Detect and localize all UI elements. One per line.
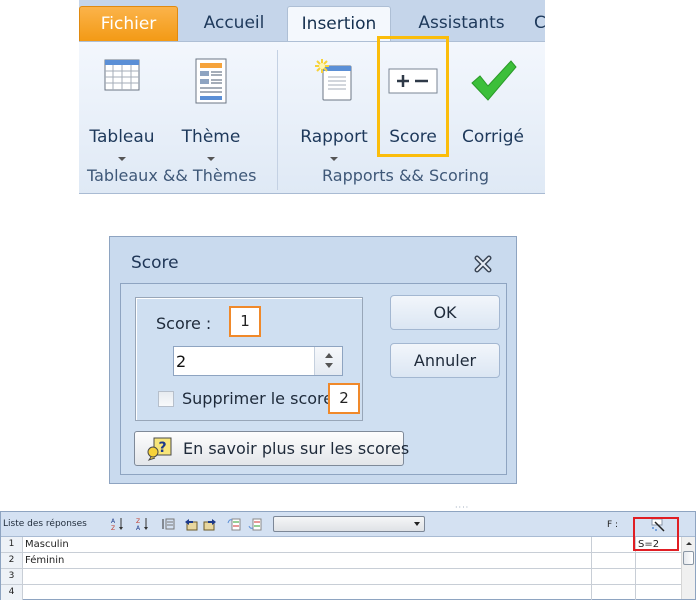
- ok-button[interactable]: OK: [390, 295, 500, 330]
- row-text[interactable]: Masculin: [25, 537, 69, 552]
- score-column-highlight-box: [633, 517, 679, 551]
- chevron-down-icon[interactable]: [414, 522, 420, 526]
- suppress-score-checkbox[interactable]: [158, 391, 174, 407]
- tab-insertion[interactable]: Insertion: [287, 6, 391, 42]
- row-score-cell[interactable]: [635, 553, 681, 568]
- tab-accueil[interactable]: Accueil: [189, 6, 279, 41]
- table-icon: [104, 59, 140, 91]
- import-icon[interactable]: [227, 517, 241, 531]
- dropdown-arrow-icon: [330, 157, 338, 161]
- ribbon-body: Tableau Thème Tableaux && Thèmes Rapport…: [79, 41, 545, 194]
- row-text[interactable]: Féminin: [25, 553, 64, 568]
- svg-text:Z: Z: [136, 518, 140, 525]
- export-icon[interactable]: [248, 517, 262, 531]
- theme-label: Thème: [181, 127, 241, 147]
- svg-text:A: A: [136, 525, 141, 531]
- dropdown-arrow-icon: [207, 157, 215, 161]
- list-title: Liste des réponses: [3, 519, 87, 529]
- row-number: 3: [1, 569, 23, 584]
- score-dialog: Score Score : 1 Supprimer le score 2 OK …: [109, 236, 517, 484]
- dialog-title: Score: [131, 253, 179, 273]
- sort-ascending-icon[interactable]: A Z: [111, 517, 125, 531]
- callout-1: 1: [229, 306, 261, 337]
- theme-icon: [195, 58, 227, 104]
- list-combo[interactable]: [273, 516, 425, 532]
- help-scores-label: En savoir plus sur les scores: [183, 439, 410, 458]
- move-right-icon[interactable]: [203, 517, 217, 531]
- rapport-button[interactable]: Rapport: [294, 54, 374, 164]
- tab-partial[interactable]: C: [534, 6, 545, 41]
- list-row[interactable]: 4: [1, 585, 681, 600]
- report-icon: [315, 59, 352, 101]
- score-groupbox: Score : 1 Supprimer le score 2: [135, 297, 363, 421]
- sort-descending-icon[interactable]: Z A: [136, 517, 150, 531]
- suppress-score-label[interactable]: Supprimer le score: [182, 389, 333, 408]
- spin-up-icon[interactable]: [325, 353, 333, 358]
- list-row[interactable]: 1 Masculin S=2: [1, 537, 681, 553]
- dropdown-arrow-icon: [118, 157, 126, 161]
- row-number: 4: [1, 585, 23, 600]
- scroll-up-icon[interactable]: [686, 542, 692, 545]
- checkmark-icon: [471, 60, 517, 101]
- row-score-cell[interactable]: [635, 569, 681, 584]
- corrige-label: Corrigé: [462, 127, 524, 147]
- score-input[interactable]: [176, 348, 312, 374]
- row-f-cell[interactable]: [591, 537, 635, 552]
- cancel-button[interactable]: Annuler: [390, 343, 500, 378]
- group-label-rapports: Rapports && Scoring: [322, 166, 490, 185]
- score-highlight-box: [377, 36, 449, 157]
- dialog-body: Score : 1 Supprimer le score 2 OK Annule…: [120, 283, 507, 475]
- row-f-cell[interactable]: [591, 569, 635, 584]
- response-rows: 1 Masculin S=2 2 Féminin 3 4: [1, 537, 681, 600]
- list-row[interactable]: 2 Féminin: [1, 553, 681, 569]
- callout-2: 2: [328, 383, 360, 414]
- close-icon[interactable]: [472, 253, 494, 275]
- vertical-scrollbar[interactable]: [681, 537, 695, 599]
- group-separator: [277, 50, 278, 190]
- row-number: 2: [1, 553, 23, 568]
- row-number: 1: [1, 537, 23, 552]
- corrige-button[interactable]: Corrigé: [453, 54, 533, 164]
- row-f-cell[interactable]: [591, 585, 635, 600]
- response-list-panel: Liste des réponses A Z Z A F: 1 Masculi…: [0, 511, 696, 600]
- rapport-label: Rapport: [300, 127, 368, 147]
- f-column-label: F :: [607, 520, 619, 530]
- list-toolbar: Liste des réponses A Z Z A F:: [1, 512, 695, 537]
- tableau-label: Tableau: [89, 127, 155, 147]
- list-row[interactable]: 3: [1, 569, 681, 585]
- row-f-cell[interactable]: [591, 553, 635, 568]
- help-scores-button[interactable]: ? En savoir plus sur les scores: [134, 431, 409, 466]
- tableau-button[interactable]: Tableau: [82, 54, 162, 164]
- tab-fichier[interactable]: Fichier: [79, 6, 178, 41]
- svg-text:Z: Z: [111, 525, 115, 531]
- score-spinbox[interactable]: [173, 346, 343, 376]
- spin-down-icon[interactable]: [325, 363, 333, 368]
- spin-buttons[interactable]: [314, 347, 342, 375]
- svg-text:A: A: [111, 518, 116, 525]
- score-field-label: Score :: [156, 314, 212, 333]
- row-score-cell[interactable]: [635, 585, 681, 600]
- scroll-thumb[interactable]: [683, 551, 694, 565]
- numbered-list-icon[interactable]: [161, 517, 175, 531]
- svg-text:?: ?: [158, 440, 166, 456]
- ribbon-tabbar: Fichier Accueil Insertion Assistants C: [79, 0, 545, 42]
- theme-button[interactable]: Thème: [171, 54, 251, 164]
- move-left-icon[interactable]: [184, 517, 198, 531]
- group-label-tableaux: Tableaux && Thèmes: [87, 166, 257, 185]
- help-bubble-icon: ?: [147, 437, 172, 461]
- ribbon: Fichier Accueil Insertion Assistants C T…: [79, 0, 545, 194]
